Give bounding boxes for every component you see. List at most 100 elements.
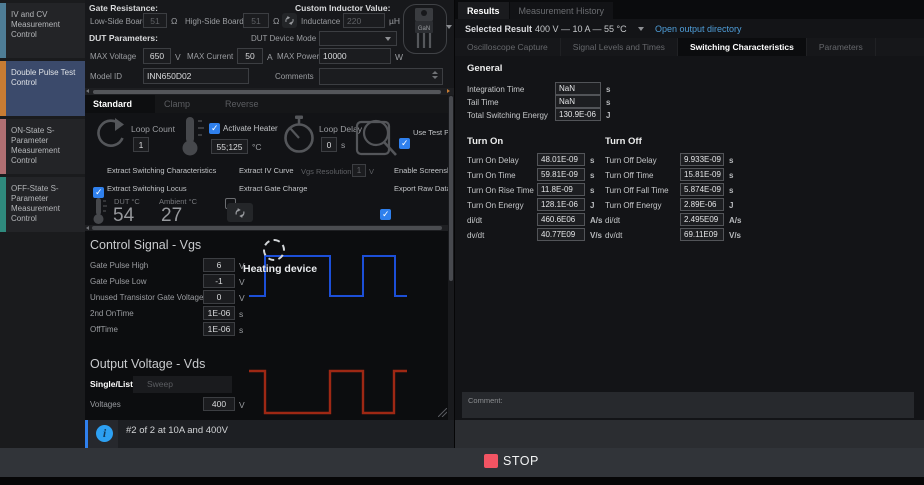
scrollbar-thumb[interactable]	[93, 90, 441, 94]
turn-on-rise-time-value[interactable]: 11.8E-09	[537, 183, 585, 196]
device-package-selector[interactable]: GaN	[403, 4, 447, 54]
subtab-switching-characteristics[interactable]: Switching Characteristics	[678, 38, 807, 56]
tab-sweep[interactable]: Sweep	[133, 376, 232, 393]
horizontal-scrollbar[interactable]	[85, 88, 454, 95]
sidebar-item-off-state-sparam[interactable]: OFF-State S-Parameter Measurement Contro…	[0, 177, 85, 232]
comments-stepper[interactable]	[432, 71, 438, 79]
heating-device-overlay: Heating device	[243, 263, 317, 275]
integration-time-value[interactable]: NaN	[555, 82, 601, 95]
turn-off-dvdt-value[interactable]: 69.11E09	[680, 228, 724, 241]
extract-switching-characteristics-label: Extract Switching Characteristics	[107, 166, 216, 175]
model-id-label: Model ID	[90, 72, 122, 81]
max-voltage-input[interactable]: 650	[143, 48, 171, 64]
scroll-left-arrow[interactable]	[86, 226, 89, 230]
tab-standard[interactable]: Standard	[85, 95, 155, 113]
turn-on-delay-label: Turn On Delay	[467, 156, 519, 165]
turn-on-delay-value[interactable]: 48.01E-09	[537, 153, 585, 166]
gate-pulse-high-label: Gate Pulse High	[90, 261, 148, 270]
loop-delay-input[interactable]: 0	[321, 137, 337, 152]
unit: s	[729, 186, 733, 195]
package-chevron-down-icon[interactable]	[446, 25, 452, 29]
tail-time-value[interactable]: NaN	[555, 95, 601, 108]
open-output-directory-link[interactable]: Open output directory	[655, 24, 742, 34]
selected-result-dropdown[interactable]: 400 V — 10 A — 55 °C	[535, 24, 627, 34]
loop-count-input[interactable]: 1	[133, 137, 149, 152]
model-id-input[interactable]: INN650D02	[143, 68, 249, 84]
max-power-input[interactable]: 10000	[319, 48, 391, 64]
max-current-input[interactable]: 50	[237, 48, 263, 64]
turn-off-energy-value[interactable]: 2.89E-06	[680, 198, 724, 211]
turn-off-section-title: Turn Off	[605, 136, 642, 147]
gate-pulse-low-input[interactable]: -1	[203, 274, 235, 288]
extract-iv-curve-label: Extract IV Curve	[239, 166, 294, 175]
enable-screenshots-checkbox[interactable]	[380, 209, 391, 220]
refresh-temperature-button[interactable]	[227, 203, 253, 222]
tab-measurement-history[interactable]: Measurement History	[510, 2, 614, 19]
tab-reverse[interactable]: Reverse	[217, 95, 283, 113]
unused-gate-voltage-input[interactable]: 0	[203, 290, 235, 304]
high-side-board-input[interactable]: 51	[243, 13, 269, 28]
comment-label: Comment:	[468, 396, 503, 405]
subtab-signal-levels-times[interactable]: Signal Levels and Times	[561, 38, 678, 56]
stop-button-label: STOP	[503, 454, 539, 468]
turn-off-delay-value[interactable]: 9.933E-09	[680, 153, 724, 166]
vertical-scrollbar[interactable]	[448, 95, 454, 420]
scroll-right-arrow[interactable]	[447, 89, 450, 93]
turn-on-dvdt-value[interactable]: 40.77E09	[537, 228, 585, 241]
inductance-input[interactable]: 220	[343, 13, 385, 28]
low-side-board-input[interactable]: 51	[143, 13, 167, 28]
offtime-label: OffTime	[90, 325, 118, 334]
sidebar-item-double-pulse-test[interactable]: Double Pulse Test Control	[0, 61, 85, 116]
turn-off-time-value[interactable]: 15.81E-09	[680, 168, 724, 181]
subtab-parameters[interactable]: Parameters	[807, 38, 876, 56]
unit: A/s	[590, 216, 602, 225]
device-mode-select[interactable]	[319, 31, 397, 46]
tab-single-list[interactable]: Single/List	[90, 379, 133, 389]
unit: s	[606, 98, 610, 107]
sidebar: IV and CV Measurement Control Double Pul…	[0, 0, 85, 485]
total-switching-energy-value[interactable]: 130.9E-06	[555, 108, 601, 121]
comments-input[interactable]	[319, 68, 443, 85]
output-voltage-title: Output Voltage - Vds	[90, 357, 205, 371]
offtime-input[interactable]: 1E-06	[203, 322, 235, 336]
chevron-down-icon[interactable]	[638, 27, 644, 31]
heater-temp-input[interactable]: 55;125	[211, 139, 248, 154]
celsius-unit: °C	[252, 142, 262, 152]
activate-heater-checkbox[interactable]	[209, 123, 220, 134]
comment-box[interactable]: Comment:	[462, 392, 914, 418]
sidebar-item-iv-cv[interactable]: IV and CV Measurement Control	[0, 3, 85, 58]
unit: s	[729, 156, 733, 165]
sidebar-item-label: OFF-State S-Parameter Measurement Contro…	[11, 184, 81, 224]
second-ontime-input[interactable]: 1E-06	[203, 306, 235, 320]
subtab-oscilloscope-capture[interactable]: Oscilloscope Capture	[455, 38, 561, 56]
resize-handle[interactable]	[438, 408, 447, 417]
stop-button[interactable]: STOP	[484, 454, 539, 468]
max-voltage-label: MAX Voltage	[90, 52, 136, 61]
sidebar-item-on-state-sparam[interactable]: ON-State S-Parameter Measurement Control	[0, 119, 85, 174]
turn-off-fall-time-value[interactable]: 5.874E-09	[680, 183, 724, 196]
mode-tab-bar: Standard Clamp Reverse	[85, 95, 454, 113]
loop-icon	[93, 117, 127, 155]
turn-on-didt-value[interactable]: 460.6E06	[537, 213, 585, 226]
low-side-board-label: Low-Side Board	[90, 17, 147, 26]
turn-on-didt-label: di/dt	[467, 216, 482, 225]
tab-results[interactable]: Results	[458, 2, 509, 19]
refresh-resistance-button[interactable]	[282, 13, 297, 28]
turn-on-time-value[interactable]: 59.81E-09	[537, 168, 585, 181]
turn-on-energy-value[interactable]: 128.1E-06	[537, 198, 585, 211]
gate-pulse-high-input[interactable]: 6	[203, 258, 235, 272]
turn-off-time-label: Turn Off Time	[605, 171, 653, 180]
voltages-input[interactable]: 400	[203, 397, 235, 411]
sidebar-item-label: Double Pulse Test Control	[11, 68, 81, 88]
scrollbar-thumb[interactable]	[449, 96, 453, 281]
vgs-resolution-input[interactable]: 1	[352, 164, 366, 177]
export-raw-data-label: Export Raw Data	[394, 184, 451, 193]
use-test-pulse-checkbox[interactable]	[399, 138, 410, 149]
unit: J	[590, 201, 594, 210]
loop-count-label: Loop Count	[131, 124, 175, 134]
turn-off-didt-value[interactable]: 2.495E09	[680, 213, 724, 226]
scroll-left-arrow[interactable]	[86, 89, 89, 93]
scrollbar-thumb[interactable]	[92, 226, 442, 230]
tab-clamp[interactable]: Clamp	[156, 95, 216, 113]
status-message: #2 of 2 at 10A and 400V	[126, 425, 228, 436]
